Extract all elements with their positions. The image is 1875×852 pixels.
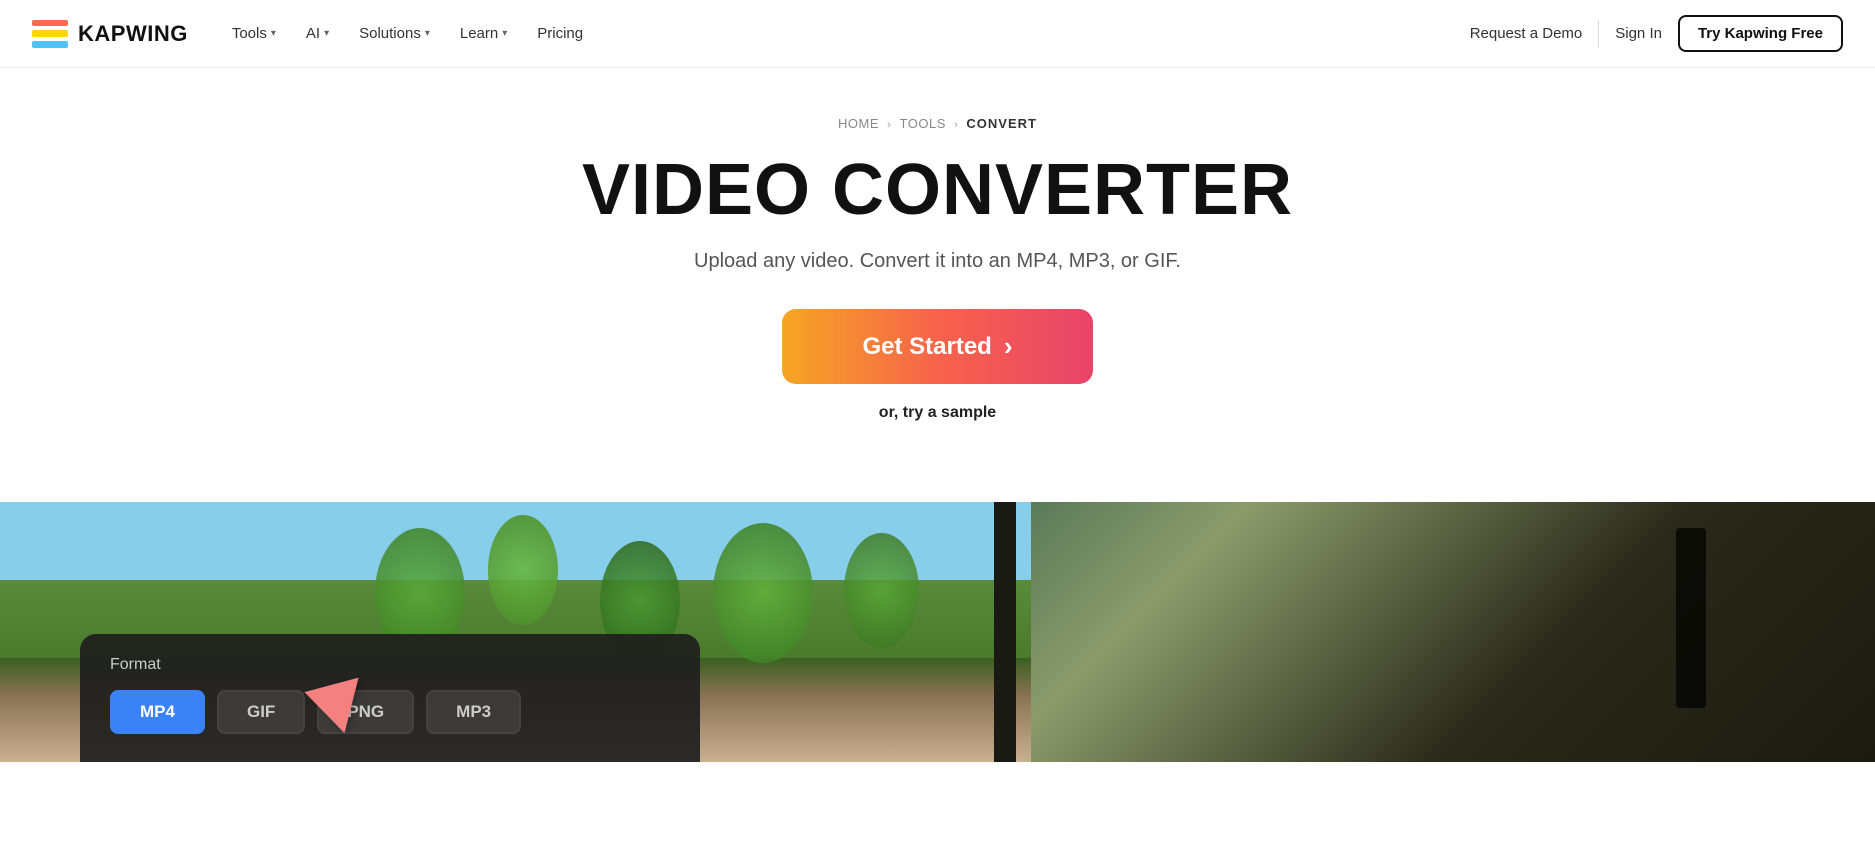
logo-bar-red [32,20,68,27]
nav-solutions[interactable]: Solutions ▾ [347,19,442,48]
get-started-label: Get Started [862,333,991,361]
chevron-down-icon: ▾ [425,28,430,39]
page-title: VIDEO CONVERTER [20,151,1855,230]
logo[interactable]: KAPWING [32,20,188,48]
format-gif-button[interactable]: GIF [217,690,305,734]
person-silhouette [1676,528,1706,708]
nav-right: Request a Demo Sign In Try Kapwing Free [1470,15,1843,52]
nav-links: Tools ▾ AI ▾ Solutions ▾ Learn ▾ Pricing [220,19,595,48]
breadcrumb-home[interactable]: HOME [838,116,879,131]
navbar: KAPWING Tools ▾ AI ▾ Solutions ▾ Learn ▾… [0,0,1875,68]
nav-tools[interactable]: Tools ▾ [220,19,288,48]
format-mp4-button[interactable]: MP4 [110,690,205,734]
get-started-button[interactable]: Get Started › [782,309,1092,384]
logo-text: KAPWING [78,21,188,47]
breadcrumb-current: CONVERT [966,116,1037,131]
nav-left: KAPWING Tools ▾ AI ▾ Solutions ▾ Learn ▾… [32,19,595,48]
logo-bar-blue [32,41,68,48]
tree-4 [713,523,813,663]
nav-pricing[interactable]: Pricing [525,19,595,48]
chevron-down-icon: ▾ [271,28,276,39]
nav-learn[interactable]: Learn ▾ [448,19,519,48]
nav-ai[interactable]: AI ▾ [294,19,341,48]
tree-2 [488,515,558,625]
sign-in-button[interactable]: Sign In [1615,25,1662,42]
format-panel: Format MP4 GIF PNG MP3 [80,634,700,762]
breadcrumb: HOME › TOOLS › CONVERT [20,116,1855,131]
breadcrumb-sep-1: › [887,117,892,131]
format-buttons: MP4 GIF PNG MP3 [110,690,670,734]
breadcrumb-sep-2: › [954,117,959,131]
trunk-1 [994,502,1016,762]
request-demo-button[interactable]: Request a Demo [1470,25,1583,42]
chevron-down-icon: ▾ [324,28,329,39]
try-sample-text[interactable]: or, try a sample [20,404,1855,422]
preview-section: Format MP4 GIF PNG MP3 [0,502,1875,762]
format-mp3-button[interactable]: MP3 [426,690,521,734]
right-dark-section [1031,502,1875,762]
chevron-down-icon: ▾ [502,28,507,39]
logo-bar-yellow [32,30,68,37]
hero-subtitle: Upload any video. Convert it into an MP4… [20,250,1855,273]
try-free-button[interactable]: Try Kapwing Free [1678,15,1843,52]
breadcrumb-tools[interactable]: TOOLS [900,116,946,131]
hero-section: HOME › TOOLS › CONVERT VIDEO CONVERTER U… [0,68,1875,502]
format-label: Format [110,656,670,674]
arrow-icon: › [1004,331,1013,362]
tree-5 [844,533,919,648]
logo-icon [32,20,68,48]
nav-divider [1598,20,1599,48]
